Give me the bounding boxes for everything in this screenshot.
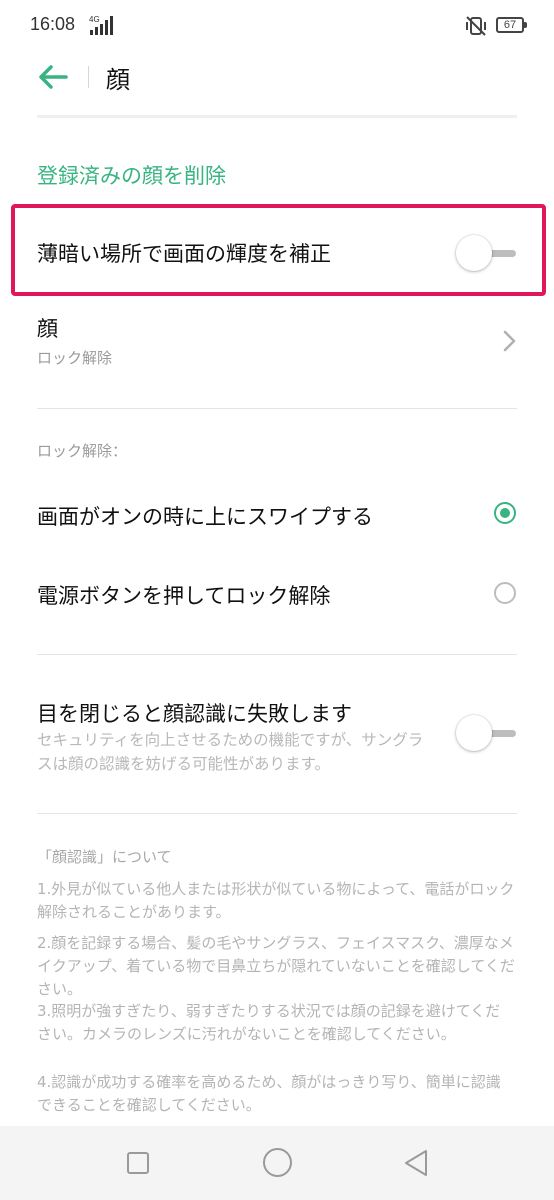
- battery-indicator: 67: [496, 17, 527, 33]
- swipe-up-option-label[interactable]: 画面がオンの時に上にスワイプする: [37, 501, 373, 531]
- toggle-knob: [456, 715, 492, 751]
- about-face-recognition-title: 「顔認識」について: [37, 848, 172, 866]
- header-divider: [88, 66, 89, 88]
- dim-brightness-label: 薄暗い場所で画面の輝度を補正: [37, 242, 331, 266]
- status-time: 16:08: [30, 14, 76, 34]
- divider: [37, 408, 517, 409]
- vibrate-mute-icon: [466, 16, 486, 36]
- power-button-option-label[interactable]: 電源ボタンを押してロック解除: [37, 580, 330, 610]
- nav-back-icon[interactable]: [402, 1148, 430, 1178]
- eyes-closed-title: 目を閉じると顔認識に失敗します: [37, 702, 352, 726]
- network-label: 4G: [89, 15, 100, 24]
- about-paragraph: 2.顔を記録する場合、髪の毛やサングラス、フェイスマスク、濃厚なメイクアップ、着…: [37, 934, 515, 998]
- recent-apps-icon[interactable]: [127, 1152, 149, 1174]
- face-row-title[interactable]: 顔: [37, 313, 58, 343]
- about-paragraph: 1.外見が似ている他人または形状が似ている物によって、電話がロック解除されること…: [37, 880, 515, 921]
- face-row-subtitle: ロック解除: [37, 349, 113, 367]
- swipe-up-radio[interactable]: [494, 502, 516, 524]
- signal-icon: 4G: [89, 15, 113, 35]
- delete-registered-face-link[interactable]: 登録済みの顔を削除: [37, 160, 226, 190]
- unlock-section-label: ロック解除：: [37, 442, 128, 460]
- divider: [37, 654, 517, 655]
- eyes-closed-toggle[interactable]: [456, 714, 518, 754]
- eyes-closed-description: セキュリティを向上させるための機能ですが、サングラスは顔の認識を妨げる可能性があ…: [37, 731, 424, 773]
- home-icon[interactable]: [263, 1148, 292, 1177]
- page-title: 顔: [106, 66, 130, 94]
- power-button-radio[interactable]: [494, 582, 516, 604]
- about-paragraph: 4.認識が成功する確率を高めるため、顔がはっきり写り、簡単に認識できることを確認…: [37, 1073, 501, 1114]
- top-divider: [37, 115, 517, 118]
- dim-brightness-toggle[interactable]: [456, 234, 518, 274]
- back-arrow-icon[interactable]: [36, 62, 70, 92]
- chevron-right-icon[interactable]: [500, 328, 520, 354]
- divider: [37, 813, 517, 814]
- about-paragraph: 3.照明が強すぎたり、弱すぎたりする状況では顔の記録を避けてください。カメラのレ…: [37, 1002, 501, 1043]
- toggle-knob: [456, 235, 492, 271]
